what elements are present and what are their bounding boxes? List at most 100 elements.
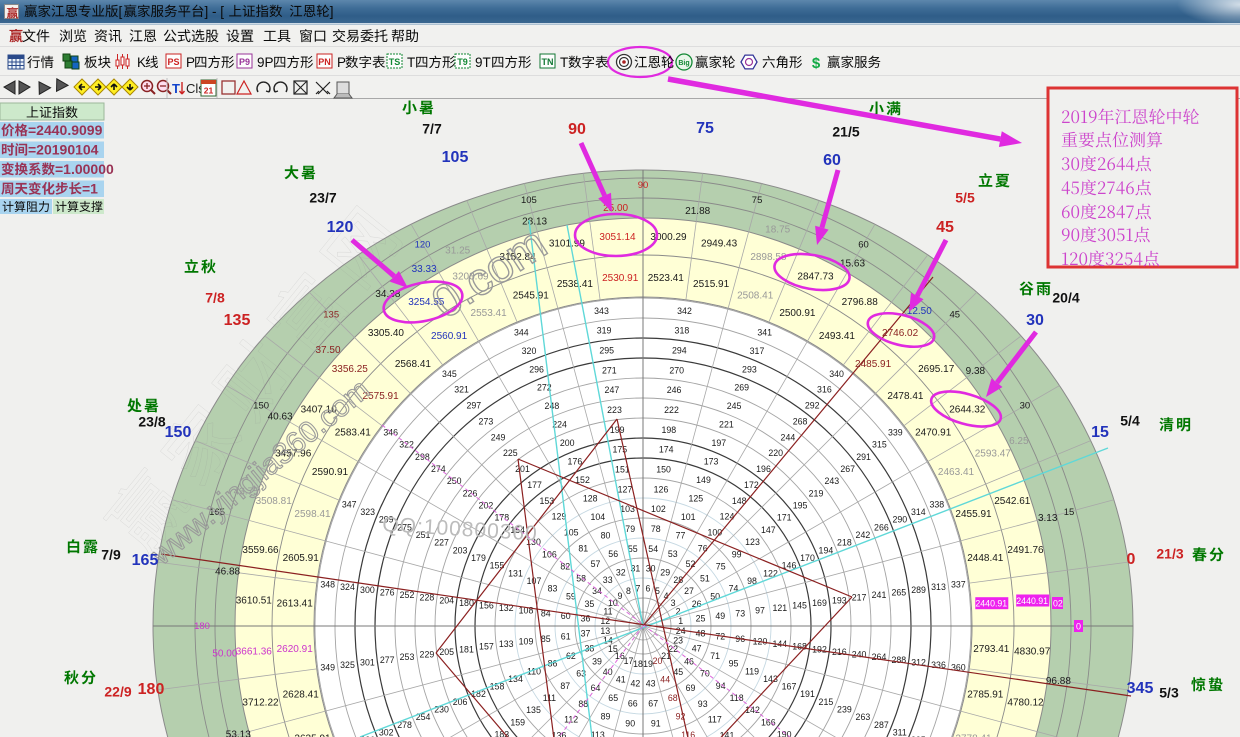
svg-text:2440.91: 2440.91 — [975, 599, 1007, 609]
svg-text:249: 249 — [491, 432, 506, 442]
svg-text:222: 222 — [664, 405, 679, 415]
svg-text:=1: =1 — [82, 181, 98, 197]
svg-text:127: 127 — [618, 484, 633, 494]
svg-text:30: 30 — [1026, 312, 1044, 329]
svg-text:190: 190 — [777, 730, 792, 737]
svg-text:229: 229 — [420, 650, 435, 660]
svg-text:21.88: 21.88 — [685, 206, 710, 217]
svg-text:45: 45 — [936, 219, 954, 236]
svg-text:P: P — [186, 55, 195, 70]
svg-text:325: 325 — [340, 660, 355, 670]
svg-text:123: 123 — [745, 537, 760, 547]
svg-text:3.13: 3.13 — [1038, 513, 1058, 524]
svg-text:97: 97 — [755, 606, 765, 616]
svg-text:2542.61: 2542.61 — [994, 496, 1031, 507]
svg-text:180: 180 — [194, 621, 210, 632]
svg-text:[: [ — [119, 4, 123, 19]
svg-text:37: 37 — [581, 629, 591, 639]
svg-text:121: 121 — [772, 603, 787, 613]
svg-text:73: 73 — [735, 608, 745, 618]
svg-text:266: 266 — [874, 522, 889, 532]
svg-text:337: 337 — [951, 580, 966, 590]
svg-text:179: 179 — [471, 553, 486, 563]
svg-text:90: 90 — [568, 121, 586, 138]
svg-text:19: 19 — [643, 659, 653, 669]
svg-text:150: 150 — [253, 401, 269, 412]
svg-text:2508.41: 2508.41 — [737, 291, 774, 302]
svg-text:2605.91: 2605.91 — [283, 553, 320, 564]
svg-text:46: 46 — [684, 656, 694, 666]
svg-text:293: 293 — [742, 364, 757, 374]
svg-text:297: 297 — [466, 401, 481, 411]
svg-text:1: 1 — [678, 616, 683, 626]
svg-text:218: 218 — [837, 538, 852, 548]
svg-text:128: 128 — [583, 494, 598, 504]
svg-text:103: 103 — [620, 504, 635, 514]
svg-text:80: 80 — [601, 531, 611, 541]
svg-text:T: T — [407, 55, 415, 70]
svg-text:174: 174 — [659, 445, 674, 455]
svg-text:119: 119 — [745, 666, 759, 676]
svg-text:93: 93 — [698, 699, 708, 709]
svg-text:314: 314 — [911, 507, 926, 517]
svg-text:217: 217 — [852, 593, 867, 603]
svg-text:180: 180 — [138, 681, 165, 698]
svg-text:54: 54 — [648, 544, 658, 554]
svg-text:90: 90 — [625, 718, 635, 728]
svg-text:324: 324 — [340, 582, 355, 592]
svg-text:105: 105 — [521, 195, 537, 206]
svg-text:TS: TS — [389, 57, 401, 67]
svg-text:300: 300 — [360, 585, 375, 595]
svg-text:2793.41: 2793.41 — [973, 644, 1010, 655]
svg-text:317: 317 — [750, 346, 765, 356]
svg-text:7/9: 7/9 — [101, 547, 121, 563]
svg-text:150: 150 — [656, 465, 671, 475]
svg-text:57: 57 — [591, 559, 601, 569]
svg-text:60: 60 — [858, 239, 869, 250]
svg-text:120: 120 — [415, 239, 431, 250]
svg-text:155: 155 — [490, 561, 505, 571]
svg-text:49: 49 — [715, 611, 725, 621]
svg-text:176: 176 — [568, 457, 583, 467]
svg-text:2796.88: 2796.88 — [842, 297, 879, 308]
svg-text:2695.17: 2695.17 — [918, 364, 955, 375]
svg-text:198: 198 — [661, 425, 676, 435]
svg-text:2620.91: 2620.91 — [277, 644, 314, 655]
svg-text:4780.12: 4780.12 — [1007, 697, 1044, 708]
svg-text:342: 342 — [677, 306, 692, 316]
svg-text:56: 56 — [608, 549, 618, 559]
svg-text:316: 316 — [817, 385, 832, 395]
svg-text:318: 318 — [675, 326, 690, 336]
svg-text:2478.41: 2478.41 — [887, 391, 924, 402]
svg-text:23/8: 23/8 — [138, 414, 165, 430]
svg-text:149: 149 — [696, 475, 711, 485]
svg-text:349: 349 — [320, 663, 335, 673]
svg-text:2746.02: 2746.02 — [882, 328, 919, 339]
svg-text:2455.91: 2455.91 — [955, 509, 992, 520]
svg-text:95: 95 — [729, 659, 739, 669]
svg-text:220: 220 — [768, 448, 783, 458]
svg-text:K: K — [137, 55, 146, 70]
svg-text:2635.91: 2635.91 — [294, 733, 331, 737]
svg-text:23/7: 23/7 — [309, 190, 336, 206]
svg-text:Big: Big — [678, 60, 689, 67]
svg-text:165: 165 — [132, 552, 159, 569]
svg-text:339: 339 — [888, 428, 903, 438]
svg-text:109: 109 — [519, 637, 534, 647]
svg-text:243: 243 — [824, 476, 839, 486]
svg-text:191: 191 — [800, 689, 815, 699]
svg-text:5/4: 5/4 — [1120, 413, 1140, 429]
svg-text:345: 345 — [1127, 680, 1154, 697]
svg-text:341: 341 — [757, 327, 772, 337]
svg-text:263: 263 — [856, 712, 871, 722]
svg-text:3559.66: 3559.66 — [242, 545, 279, 556]
svg-text:21/3: 21/3 — [1156, 546, 1183, 562]
svg-text:5/5: 5/5 — [955, 190, 975, 206]
svg-text:270: 270 — [669, 365, 684, 375]
svg-text:118: 118 — [730, 693, 744, 703]
svg-text:200: 200 — [560, 438, 575, 448]
svg-text:216: 216 — [832, 647, 847, 657]
svg-text:2644.32: 2644.32 — [949, 405, 986, 416]
svg-text:3051.14: 3051.14 — [599, 232, 636, 243]
svg-text:246: 246 — [667, 385, 682, 395]
